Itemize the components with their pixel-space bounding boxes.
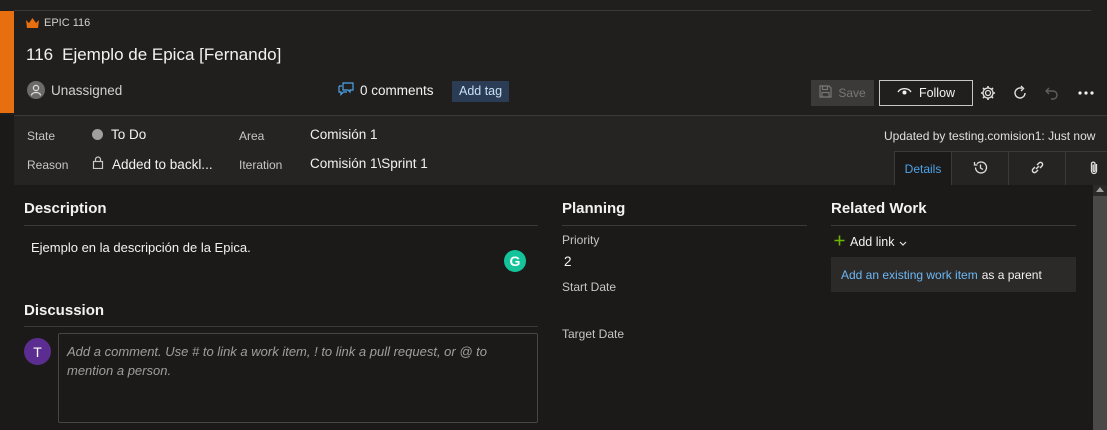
reason-field: Added to backl...: [92, 156, 213, 172]
reason-label: Reason: [27, 158, 69, 172]
comment-input[interactable]: Add a comment. Use # to link a work item…: [58, 333, 538, 423]
add-tag-button[interactable]: Add tag: [452, 81, 510, 102]
work-item-tabs: Details: [894, 151, 1107, 185]
state-label: State: [27, 129, 56, 143]
chevron-down-icon: [899, 235, 907, 249]
updated-by-info[interactable]: Updated by testing.comision1: Just now: [884, 129, 1095, 143]
description-title: Description: [24, 200, 107, 217]
description-divider: [24, 225, 538, 226]
grammarly-icon[interactable]: G: [504, 250, 526, 272]
add-existing-work-item-link[interactable]: Add an existing work item: [841, 268, 978, 282]
crown-icon: [26, 18, 39, 28]
priority-field[interactable]: 2: [564, 254, 572, 269]
planning-divider: [562, 225, 807, 226]
undo-icon[interactable]: [1042, 83, 1062, 103]
tab-attachments[interactable]: [1065, 151, 1107, 185]
assignee-label: Unassigned: [51, 82, 123, 98]
existing-work-item-suffix: as a parent: [981, 267, 1042, 282]
work-item-title-text[interactable]: Ejemplo de Epica [Fernando]: [62, 45, 281, 64]
area-picker[interactable]: Comisión 1: [310, 127, 378, 142]
follow-label: Follow: [918, 86, 956, 100]
work-item-type-label: EPIC 116: [26, 17, 90, 29]
priority-label: Priority: [562, 233, 600, 247]
work-item-id: 116: [26, 45, 54, 64]
comments-link[interactable]: 0 comments: [338, 82, 434, 99]
state-picker[interactable]: To Do: [92, 127, 146, 142]
existing-work-item-prompt: Add an existing work item as a parent: [831, 257, 1076, 292]
add-link-label: Add link: [850, 235, 895, 249]
start-date-label: Start Date: [562, 280, 617, 294]
unassigned-avatar-icon: [27, 81, 45, 99]
discussion-title: Discussion: [24, 302, 105, 319]
save-icon: [819, 85, 832, 101]
tab-history[interactable]: [951, 151, 1009, 185]
scrollbar-thumb[interactable]: [1093, 196, 1107, 430]
attachment-icon: [1088, 160, 1100, 178]
comments-icon: [338, 82, 354, 99]
area-value: Comisión 1: [310, 127, 378, 142]
related-work-divider: [831, 225, 1076, 226]
work-item-title[interactable]: 116 Ejemplo de Epica [Fernando]: [26, 45, 281, 65]
description-editor[interactable]: Ejemplo en la descripción de la Epica.: [31, 240, 251, 255]
comments-count: 0 comments: [360, 83, 434, 98]
link-icon: [1030, 160, 1045, 178]
refresh-icon[interactable]: [1010, 83, 1030, 103]
iteration-value: Comisión 1\Sprint 1: [310, 156, 428, 171]
add-link-button[interactable]: Add link: [834, 235, 907, 249]
state-value: To Do: [111, 127, 147, 142]
related-work-title: Related Work: [831, 200, 927, 217]
tab-links[interactable]: [1008, 151, 1066, 185]
target-date-label: Target Date: [562, 327, 625, 341]
area-label: Area: [239, 129, 265, 143]
scroll-up-arrow-icon[interactable]: [1096, 187, 1104, 192]
history-icon: [973, 160, 988, 178]
settings-gear-icon[interactable]: [978, 83, 998, 103]
iteration-picker[interactable]: Comisión 1\Sprint 1: [310, 156, 428, 171]
save-button[interactable]: Save: [811, 80, 874, 106]
planning-title: Planning: [562, 200, 626, 217]
user-avatar: T: [24, 338, 51, 365]
assignee-picker[interactable]: Unassigned: [27, 81, 122, 99]
header-divider: [14, 10, 1091, 11]
state-dot-icon: [92, 129, 103, 140]
follow-button[interactable]: Follow: [879, 80, 973, 106]
iteration-label: Iteration: [239, 158, 283, 172]
tab-details[interactable]: Details: [894, 151, 952, 185]
work-item-type-accent: [0, 11, 14, 113]
eye-icon: [897, 86, 912, 100]
reason-value: Added to backl...: [112, 156, 213, 172]
lock-icon: [92, 156, 104, 172]
save-label: Save: [838, 86, 866, 100]
more-actions-icon[interactable]: [1076, 83, 1096, 103]
discussion-divider: [24, 326, 538, 327]
work-item-type-text: EPIC 116: [44, 17, 91, 29]
plus-icon: [834, 235, 845, 249]
